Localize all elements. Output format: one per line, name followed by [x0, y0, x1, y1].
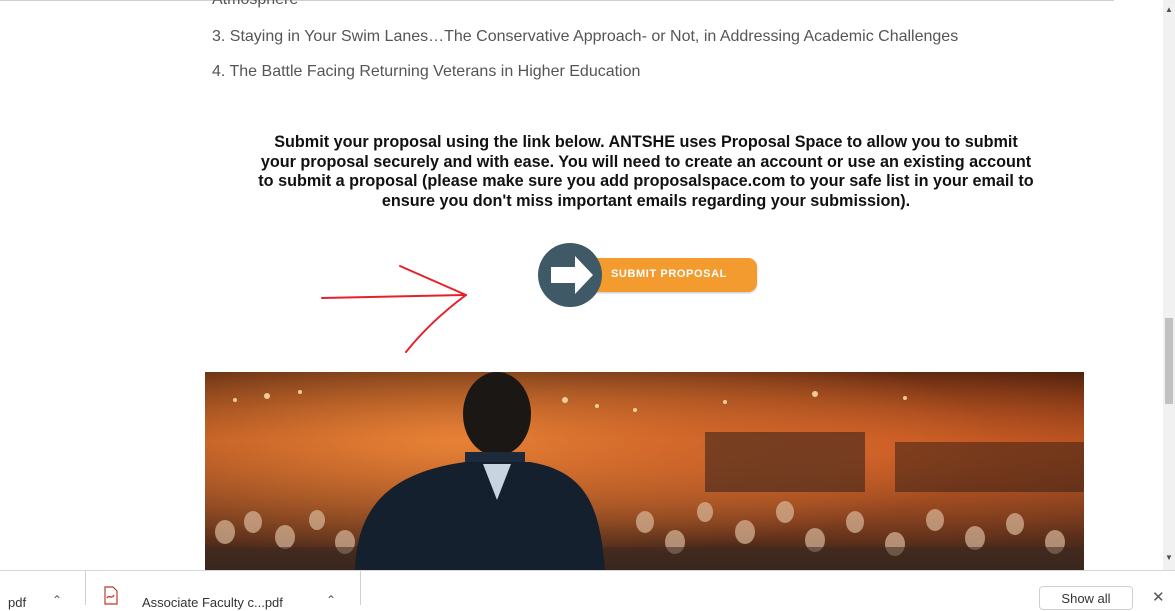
page-top-edge: [0, 0, 1114, 8]
submit-proposal-pill[interactable]: SUBMIT PROPOSAL: [579, 258, 757, 292]
instruction-line: to submit a proposal (please make sure y…: [258, 172, 1034, 190]
download-item[interactable]: pdf ⌃: [0, 571, 86, 610]
submit-proposal-label: SUBMIT PROPOSAL: [611, 268, 727, 280]
clipped-list-item-text: Atmosphere: [212, 0, 298, 9]
web-page-content: Atmosphere 3. Staying in Your Swim Lanes…: [0, 0, 1114, 570]
instruction-line: ensure you don't miss important emails r…: [381, 191, 911, 210]
close-icon[interactable]: ✕: [1152, 588, 1165, 606]
download-file-name: pdf: [8, 595, 27, 610]
list-item-4: 4. The Battle Facing Returning Veterans …: [212, 63, 641, 80]
scroll-down-arrow-icon[interactable]: ▼: [1163, 552, 1175, 564]
submit-proposal-button[interactable]: SUBMIT PROPOSAL: [537, 242, 760, 308]
conference-speaker-photo: [205, 372, 1084, 570]
download-item[interactable]: Associate Faculty c...pdf ⌃: [86, 571, 361, 610]
instruction-line: Submit your proposal using the link belo…: [274, 133, 1018, 151]
vertical-scrollbar[interactable]: ▲ ▼: [1163, 0, 1175, 570]
submission-instructions: Submit your proposal using the link belo…: [206, 133, 1086, 211]
show-all-button[interactable]: Show all: [1039, 586, 1133, 610]
red-arrow-annotation: [321, 265, 467, 353]
chevron-up-icon[interactable]: ⌃: [326, 593, 336, 607]
download-file-name: Associate Faculty c...pdf: [142, 595, 283, 610]
scrollbar-thumb[interactable]: [1165, 318, 1173, 404]
list-item-3: 3. Staying in Your Swim Lanes…The Conser…: [212, 28, 959, 45]
downloads-bar: pdf ⌃ Associate Faculty c...pdf ⌃ Show a…: [0, 570, 1175, 610]
pdf-file-icon: [104, 586, 118, 605]
arrow-circle-icon: [538, 243, 602, 307]
instruction-line: your proposal securely and with ease. Yo…: [260, 152, 1032, 171]
chevron-up-icon[interactable]: ⌃: [52, 593, 62, 607]
scroll-up-arrow-icon[interactable]: ▲: [1163, 4, 1175, 16]
